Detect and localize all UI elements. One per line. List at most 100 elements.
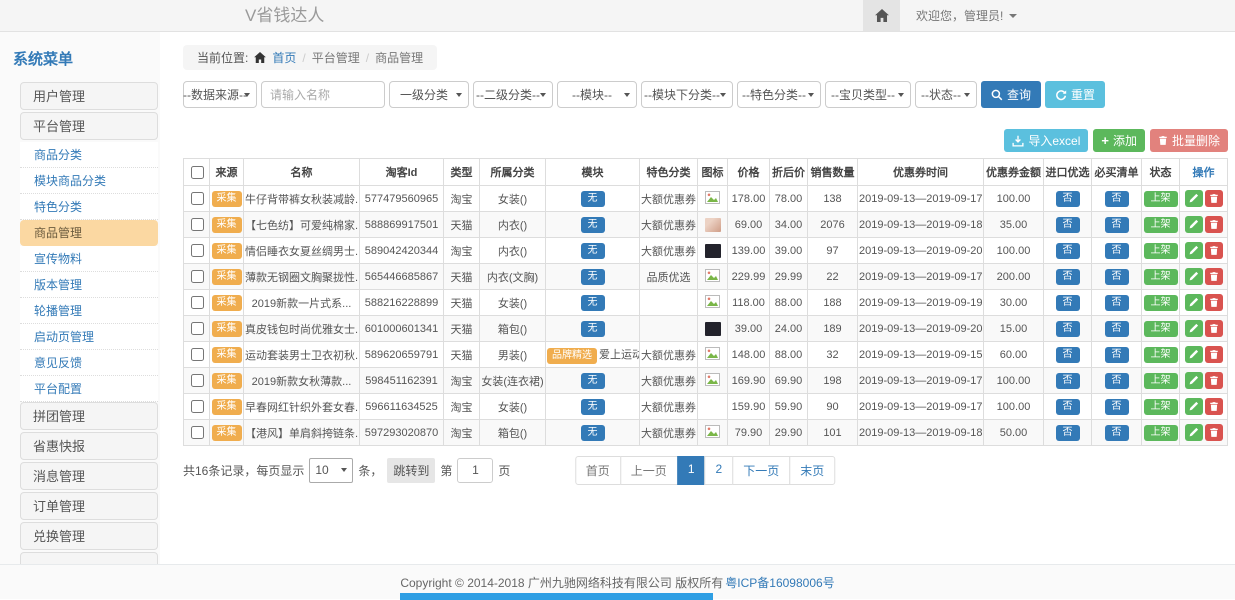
page-button-0[interactable]: 首页 — [575, 456, 621, 485]
filter-select-6[interactable]: --特色分类-- — [737, 81, 821, 108]
row-checkbox[interactable] — [191, 270, 204, 283]
status-badge[interactable]: 上架 — [1144, 347, 1178, 363]
page-button-4[interactable]: 下一页 — [732, 456, 790, 485]
import-toggle-button[interactable]: 否 — [1056, 243, 1080, 259]
sidebar-item-7[interactable]: 版本管理 — [20, 272, 158, 298]
status-badge[interactable]: 上架 — [1144, 399, 1178, 415]
status-badge[interactable]: 上架 — [1144, 217, 1178, 233]
batch-delete-button[interactable]: 批量删除 — [1150, 129, 1228, 152]
import-toggle-button[interactable]: 否 — [1056, 295, 1080, 311]
delete-button[interactable] — [1205, 242, 1223, 259]
status-badge[interactable]: 上架 — [1144, 191, 1178, 207]
search-button[interactable]: 查询 — [981, 81, 1041, 108]
must-buy-toggle-button[interactable]: 否 — [1105, 373, 1129, 389]
must-buy-toggle-button[interactable]: 否 — [1105, 217, 1129, 233]
import-toggle-button[interactable]: 否 — [1056, 191, 1080, 207]
sidebar-item-8[interactable]: 轮播管理 — [20, 298, 158, 324]
sidebar-item-5[interactable]: 商品管理 — [20, 220, 158, 246]
status-badge[interactable]: 上架 — [1144, 295, 1178, 311]
status-badge[interactable]: 上架 — [1144, 321, 1178, 337]
row-checkbox[interactable] — [191, 218, 204, 231]
filter-select-8[interactable]: --状态-- — [915, 81, 977, 108]
row-checkbox[interactable] — [191, 348, 204, 361]
delete-button[interactable] — [1205, 268, 1223, 285]
status-badge[interactable]: 上架 — [1144, 425, 1178, 441]
sidebar-section-14[interactable]: 消息管理 — [20, 462, 158, 490]
must-buy-toggle-button[interactable]: 否 — [1105, 191, 1129, 207]
sidebar-item-9[interactable]: 启动页管理 — [20, 324, 158, 350]
must-buy-toggle-button[interactable]: 否 — [1105, 269, 1129, 285]
delete-button[interactable] — [1205, 346, 1223, 363]
icp-link[interactable]: 粤ICP备16098006号 — [725, 574, 834, 591]
must-buy-toggle-button[interactable]: 否 — [1105, 321, 1129, 337]
row-checkbox[interactable] — [191, 296, 204, 309]
must-buy-toggle-button[interactable]: 否 — [1105, 425, 1129, 441]
must-buy-toggle-button[interactable]: 否 — [1105, 347, 1129, 363]
delete-button[interactable] — [1205, 294, 1223, 311]
sidebar-item-6[interactable]: 宣传物料 — [20, 246, 158, 272]
edit-button[interactable] — [1185, 268, 1203, 285]
sidebar-section-15[interactable]: 订单管理 — [20, 492, 158, 520]
delete-button[interactable] — [1205, 320, 1223, 337]
home-icon[interactable] — [863, 0, 900, 31]
reset-button[interactable]: 重置 — [1045, 81, 1105, 108]
delete-button[interactable] — [1205, 424, 1223, 441]
filter-select-3[interactable]: --二级分类-- — [473, 81, 553, 108]
filter-select-5[interactable]: --模块下分类-- — [641, 81, 733, 108]
row-checkbox[interactable] — [191, 244, 204, 257]
must-buy-toggle-button[interactable]: 否 — [1105, 243, 1129, 259]
sidebar-section-0[interactable]: 用户管理 — [20, 82, 158, 110]
edit-button[interactable] — [1185, 190, 1203, 207]
edit-button[interactable] — [1185, 294, 1203, 311]
edit-button[interactable] — [1185, 346, 1203, 363]
name-search-input[interactable] — [261, 81, 385, 108]
filter-select-2[interactable]: 一级分类 — [389, 81, 469, 108]
sidebar-section-12[interactable]: 拼团管理 — [20, 402, 158, 430]
per-page-select[interactable]: 10 — [309, 458, 353, 483]
edit-button[interactable] — [1185, 242, 1203, 259]
import-toggle-button[interactable]: 否 — [1056, 425, 1080, 441]
import-toggle-button[interactable]: 否 — [1056, 269, 1080, 285]
edit-button[interactable] — [1185, 424, 1203, 441]
edit-button[interactable] — [1185, 398, 1203, 415]
row-checkbox[interactable] — [191, 374, 204, 387]
import-toggle-button[interactable]: 否 — [1056, 347, 1080, 363]
import-toggle-button[interactable]: 否 — [1056, 217, 1080, 233]
delete-button[interactable] — [1205, 190, 1223, 207]
page-button-3[interactable]: 2 — [705, 456, 734, 485]
sidebar-section-1[interactable]: 平台管理 — [20, 112, 158, 140]
sidebar-item-3[interactable]: 模块商品分类 — [20, 168, 158, 194]
must-buy-toggle-button[interactable]: 否 — [1105, 399, 1129, 415]
page-button-1[interactable]: 上一页 — [620, 456, 678, 485]
filter-select-0[interactable]: --数据来源-- — [183, 81, 257, 108]
import-excel-button[interactable]: 导入excel — [1004, 129, 1088, 152]
delete-button[interactable] — [1205, 216, 1223, 233]
status-badge[interactable]: 上架 — [1144, 243, 1178, 259]
select-all-checkbox[interactable] — [191, 166, 204, 179]
jump-to-button[interactable]: 跳转到 — [387, 458, 435, 483]
filter-select-4[interactable]: --模块-- — [557, 81, 637, 108]
page-button-2[interactable]: 1 — [677, 456, 706, 485]
filter-select-7[interactable]: --宝贝类型-- — [825, 81, 911, 108]
import-toggle-button[interactable]: 否 — [1056, 321, 1080, 337]
status-badge[interactable]: 上架 — [1144, 269, 1178, 285]
user-menu[interactable]: 欢迎您，管理员! — [916, 7, 1017, 24]
import-toggle-button[interactable]: 否 — [1056, 399, 1080, 415]
sidebar-item-10[interactable]: 意见反馈 — [20, 350, 158, 376]
import-toggle-button[interactable]: 否 — [1056, 373, 1080, 389]
sidebar-section-17[interactable] — [20, 552, 158, 564]
page-button-5[interactable]: 末页 — [789, 456, 835, 485]
row-checkbox[interactable] — [191, 400, 204, 413]
page-number-input[interactable] — [457, 458, 493, 483]
edit-button[interactable] — [1185, 216, 1203, 233]
add-button[interactable]: + 添加 — [1093, 129, 1145, 152]
sidebar-section-16[interactable]: 兑换管理 — [20, 522, 158, 550]
status-badge[interactable]: 上架 — [1144, 373, 1178, 389]
row-checkbox[interactable] — [191, 322, 204, 335]
must-buy-toggle-button[interactable]: 否 — [1105, 295, 1129, 311]
delete-button[interactable] — [1205, 398, 1223, 415]
row-checkbox[interactable] — [191, 192, 204, 205]
row-checkbox[interactable] — [191, 426, 204, 439]
edit-button[interactable] — [1185, 320, 1203, 337]
sidebar-item-2[interactable]: 商品分类 — [20, 142, 158, 168]
